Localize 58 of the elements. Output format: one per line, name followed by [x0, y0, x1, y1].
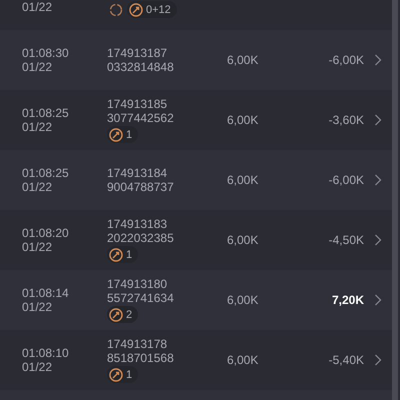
- compass-icon: [109, 308, 123, 322]
- amount-text: -4,50K: [328, 233, 364, 247]
- chevron-icon[interactable]: [374, 354, 382, 366]
- stake-text: 6,00K: [227, 173, 260, 187]
- time-text: 01:08:25: [22, 166, 70, 180]
- id-text: 174913178: [107, 337, 168, 351]
- amount-text: -5,40K: [328, 353, 364, 367]
- chevron-icon[interactable]: [374, 174, 382, 186]
- id-text: 174913180: [107, 277, 168, 291]
- chevron-icon[interactable]: [374, 234, 382, 246]
- id-text: 0332814848: [107, 60, 175, 74]
- id-text: 5572741634: [107, 291, 175, 305]
- count-badge: 0+12: [127, 1, 177, 18]
- date-text: 01/22: [22, 360, 54, 374]
- compass-icon: [129, 2, 143, 16]
- date-text: 01/22: [22, 180, 54, 194]
- id-text: 174913187: [107, 46, 168, 60]
- date-text: 01/22: [22, 120, 54, 134]
- chevron-icon[interactable]: [374, 54, 382, 66]
- chevron-icon[interactable]: [374, 294, 382, 306]
- id-text: 3077442562: [107, 111, 175, 125]
- time-text: 01:08:14: [22, 286, 70, 300]
- amount-text: 7,20K: [330, 293, 364, 307]
- stake-text: 6,00K: [227, 293, 260, 307]
- id-text: 8518701568: [107, 351, 175, 365]
- date-text: 01/22: [22, 300, 54, 314]
- scrollbar[interactable]: [392, 0, 398, 400]
- time-text: 01:08:20: [22, 226, 70, 240]
- stake-text: 6,00K: [227, 113, 260, 127]
- date-text: 01/22: [22, 60, 54, 74]
- date-text: 01/22: [22, 240, 54, 254]
- amount-text: -3,60K: [328, 113, 364, 127]
- transaction-row[interactable]: 01:08:14 01/22 174913180 5572741634 2 6,00K 7,20K: [0, 270, 392, 330]
- stake-text: 6,00K: [227, 353, 260, 367]
- compass-icon: [109, 368, 123, 382]
- date-text: 01/22: [22, 0, 54, 14]
- time-text: 01:08:25: [22, 106, 70, 120]
- chevron-icon[interactable]: [374, 114, 382, 126]
- compass-icon: [109, 128, 123, 142]
- count-badge: 2: [107, 306, 138, 323]
- transaction-row[interactable]: 01:08:25 01/22 174913184 9004788737 6,00K -6,00K: [0, 150, 392, 210]
- stake-text: 6,00K: [227, 53, 260, 67]
- amount-text: -6,00K: [328, 173, 364, 187]
- time-text: 01:08:10: [22, 346, 70, 360]
- id-text: 174913183: [107, 217, 168, 231]
- count-badge: 1: [107, 126, 138, 143]
- time-text: 01:08:30: [22, 46, 70, 60]
- id-text: 2022032385: [107, 231, 175, 245]
- id-text: 9004788737: [107, 180, 175, 194]
- transaction-row[interactable]: 01:08:30 01/22 174913187 0332814848 6,00K -6,00K: [0, 30, 392, 90]
- id-text: 174913184: [107, 166, 168, 180]
- stake-text: 6,00K: [227, 233, 260, 247]
- id-text: 174913185: [107, 97, 168, 111]
- spinner-icon: [109, 2, 123, 16]
- amount-text: -6,00K: [328, 53, 364, 67]
- count-badge: 1: [107, 366, 138, 383]
- compass-icon: [109, 248, 123, 262]
- count-badge: 1: [107, 246, 138, 263]
